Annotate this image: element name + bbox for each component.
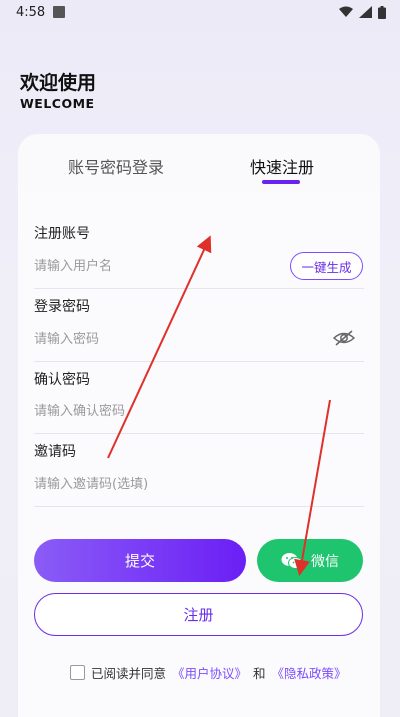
page-title: 欢迎使用 [20, 72, 97, 94]
wechat-icon [281, 552, 303, 569]
confirm-password-input[interactable] [34, 399, 284, 423]
divider [34, 361, 364, 362]
signal-icon [359, 6, 372, 18]
agreement-and: 和 [253, 666, 266, 681]
battery-icon [378, 5, 386, 19]
status-left: 4:58 [16, 4, 66, 20]
register-button[interactable]: 注册 [34, 593, 363, 636]
divider [34, 506, 364, 507]
account-input[interactable] [34, 254, 274, 278]
divider [34, 433, 364, 434]
status-right [339, 5, 386, 19]
tab-password-login[interactable]: 账号密码登录 [68, 154, 164, 178]
divider [34, 288, 364, 289]
notification-square-icon [53, 6, 66, 18]
agreement-checkbox[interactable] [70, 665, 85, 680]
active-tab-indicator [262, 180, 300, 184]
privacy-policy-link[interactable]: 《隐私政策》 [272, 663, 347, 682]
password-input[interactable] [34, 327, 284, 351]
tab-quick-register[interactable]: 快速注册 [250, 154, 314, 178]
status-bar: 4:58 [0, 0, 400, 24]
status-time: 4:58 [16, 4, 46, 20]
wechat-label: 微信 [311, 553, 339, 570]
submit-label: 提交 [124, 552, 155, 570]
agreement-prefix: 已阅读并同意 [91, 666, 167, 681]
wifi-icon [339, 6, 353, 17]
invite-code-label: 邀请码 [34, 444, 76, 460]
agreement-row: 已阅读并同意 《用户协议》 和 《隐私政策》 [70, 663, 347, 682]
account-label: 注册账号 [34, 226, 90, 242]
password-label: 登录密码 [34, 299, 90, 315]
wechat-login-button[interactable]: 微信 [257, 539, 363, 582]
generate-username-button[interactable]: 一键生成 [290, 252, 363, 280]
user-agreement-link[interactable]: 《用户协议》 [172, 663, 247, 682]
register-label: 注册 [183, 606, 214, 624]
invite-code-input[interactable] [34, 472, 284, 496]
page-subtitle: WELCOME [20, 96, 95, 111]
confirm-password-label: 确认密码 [34, 372, 90, 388]
submit-button[interactable]: 提交 [34, 539, 246, 582]
eye-off-icon[interactable] [333, 329, 355, 347]
